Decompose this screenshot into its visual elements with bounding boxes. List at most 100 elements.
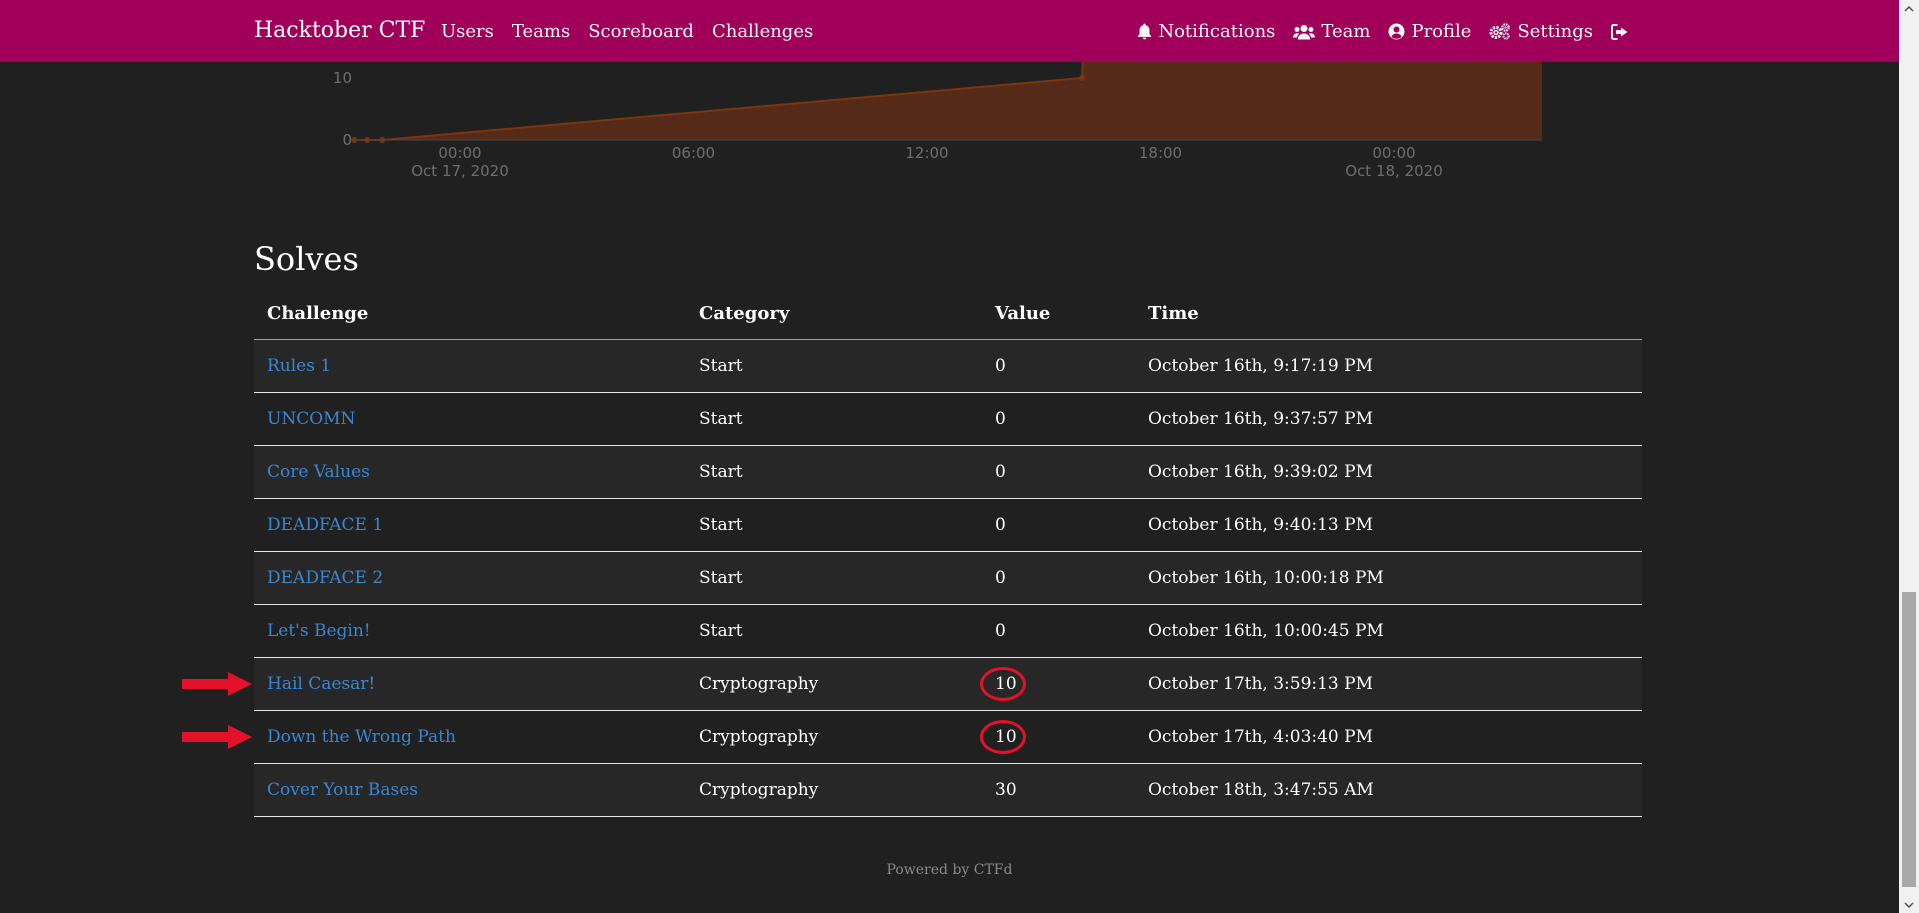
data-point	[1079, 75, 1086, 81]
chevron-up-icon	[1904, 5, 1914, 12]
header-time: Time	[1135, 287, 1642, 340]
time-cell: October 16th, 10:00:45 PM	[1135, 604, 1642, 658]
challenge-link[interactable]: UNCOMN	[267, 409, 355, 429]
challenge-cell: Rules 1	[254, 339, 686, 393]
category-cell: Start	[686, 498, 982, 552]
x-tick-label: 18:00	[1139, 144, 1182, 162]
value-cell: 30	[982, 763, 1135, 817]
nav-left: Users Teams Scoreboard Challenges	[441, 21, 813, 42]
nav-users-link[interactable]: Users	[441, 21, 494, 42]
challenge-cell: Cover Your Bases	[254, 763, 686, 817]
category-cell: Cryptography	[686, 763, 982, 817]
nav-notifications-link[interactable]: Notifications	[1137, 21, 1275, 42]
challenge-link[interactable]: Rules 1	[267, 356, 331, 376]
category-cell: Cryptography	[686, 710, 982, 764]
challenge-cell: Let's Begin!	[254, 604, 686, 658]
nav-profile-label: Profile	[1411, 21, 1472, 42]
chevron-down-icon	[1904, 901, 1914, 908]
table-row: DEADFACE 1 Start 0 October 16th, 9:40:13 PM	[254, 498, 1642, 552]
category-cell: Start	[686, 604, 982, 658]
challenge-cell: DEADFACE 2	[254, 551, 686, 605]
challenge-link[interactable]: Cover Your Bases	[267, 780, 418, 800]
x-tick-label: 00:00	[438, 144, 481, 162]
table-row: Let's Begin! Start 0 October 16th, 10:00:45…	[254, 604, 1642, 658]
time-cell: October 16th, 9:17:19 PM	[1135, 339, 1642, 393]
challenge-cell: UNCOMN	[254, 392, 686, 446]
table-row: Cover Your Bases Cryptography 30 October 18…	[254, 763, 1642, 817]
bell-icon	[1138, 23, 1152, 40]
value-cell: 0	[982, 339, 1135, 393]
scroll-up-button[interactable]	[1899, 0, 1919, 17]
challenge-cell: Down the Wrong Path	[254, 710, 686, 764]
time-cell: October 17th, 3:59:13 PM	[1135, 657, 1642, 711]
y-tick-label: 0	[342, 131, 352, 149]
powered-by-link[interactable]: Powered by CTFd	[887, 862, 1013, 878]
x-tick-label: 12:00	[905, 144, 948, 162]
category-cell: Start	[686, 551, 982, 605]
challenge-link[interactable]: Down the Wrong Path	[267, 727, 456, 747]
red-arrow-annotation	[182, 671, 252, 697]
nav-settings-label: Settings	[1517, 21, 1593, 42]
challenge-cell: DEADFACE 1	[254, 498, 686, 552]
value-cell: 0	[982, 498, 1135, 552]
solves-heading: Solves	[254, 240, 359, 278]
challenge-link[interactable]: DEADFACE 1	[267, 515, 383, 535]
solves-table: Challenge Category Value Time Rules 1 Sta…	[254, 287, 1642, 817]
nav-team-link[interactable]: Team	[1293, 21, 1370, 42]
users-icon	[1293, 24, 1316, 39]
time-cell: October 16th, 10:00:18 PM	[1135, 551, 1642, 605]
cogs-icon	[1489, 23, 1511, 40]
footer: Powered by CTFd	[0, 862, 1899, 878]
category-cell: Start	[686, 392, 982, 446]
nav-profile-link[interactable]: Profile	[1388, 21, 1471, 42]
red-circle-annotation	[980, 720, 1026, 754]
value-cell: 0	[982, 445, 1135, 499]
value-cell: 0	[982, 604, 1135, 658]
category-cell: Cryptography	[686, 657, 982, 711]
nav-settings-link[interactable]: Settings	[1489, 21, 1593, 42]
nav-team-label: Team	[1321, 21, 1371, 42]
header-challenge: Challenge	[254, 287, 686, 340]
scroll-down-button[interactable]	[1899, 896, 1919, 913]
time-cell: October 16th, 9:40:13 PM	[1135, 498, 1642, 552]
sign-out-icon	[1611, 23, 1628, 40]
value-cell: 0	[982, 551, 1135, 605]
challenge-link[interactable]: DEADFACE 2	[267, 568, 383, 588]
navbar: Hacktober CTF Users Teams Scoreboard Cha…	[0, 0, 1899, 62]
header-category: Category	[686, 287, 982, 340]
challenge-link[interactable]: Hail Caesar!	[267, 674, 375, 694]
table-row: Rules 1 Start 0 October 16th, 9:17:19 PM	[254, 339, 1642, 393]
nav-challenges-link[interactable]: Challenges	[712, 21, 813, 42]
time-cell: October 16th, 9:37:57 PM	[1135, 392, 1642, 446]
x-tick-date-label: Oct 17, 2020	[411, 162, 509, 180]
challenge-link[interactable]: Core Values	[267, 462, 370, 482]
nav-right: Notifications Team Profile Settings	[1137, 21, 1629, 42]
x-tick-date-label: Oct 18, 2020	[1345, 162, 1443, 180]
header-value: Value	[982, 287, 1135, 340]
y-tick-label: 10	[333, 69, 352, 87]
value-cell: 0	[982, 392, 1135, 446]
scrollbar[interactable]	[1899, 0, 1919, 913]
brand-link[interactable]: Hacktober CTF	[254, 18, 425, 43]
solves-header-row: Challenge Category Value Time	[254, 287, 1642, 340]
challenge-link[interactable]: Let's Begin!	[267, 621, 371, 641]
nav-teams-link[interactable]: Teams	[512, 21, 570, 42]
solves-body: Rules 1 Start 0 October 16th, 9:17:19 PM UNC…	[254, 339, 1642, 817]
table-row: DEADFACE 2 Start 0 October 16th, 10:00:18 P…	[254, 551, 1642, 605]
nav-scoreboard-link[interactable]: Scoreboard	[588, 21, 694, 42]
red-circle-annotation	[980, 667, 1026, 701]
table-row: Hail Caesar! Cryptography 10 October 17th, …	[254, 657, 1642, 711]
table-row: Down the Wrong Path Cryptography 10 October…	[254, 710, 1642, 764]
red-arrow-annotation	[182, 724, 252, 750]
x-tick-label: 00:00	[1372, 144, 1415, 162]
time-cell: October 17th, 4:03:40 PM	[1135, 710, 1642, 764]
x-tick-label: 06:00	[672, 144, 715, 162]
nav-logout-link[interactable]	[1611, 23, 1629, 40]
table-row: UNCOMN Start 0 October 16th, 9:37:57 PM	[254, 392, 1642, 446]
page: 0 10 00:00 Oct 17, 2020 06:00 12:00 18:00 00:00…	[0, 0, 1919, 913]
scroll-thumb[interactable]	[1902, 592, 1916, 887]
category-cell: Start	[686, 339, 982, 393]
challenge-cell: Hail Caesar!	[254, 657, 686, 711]
category-cell: Start	[686, 445, 982, 499]
table-row: Core Values Start 0 October 16th, 9:39:02 P…	[254, 445, 1642, 499]
